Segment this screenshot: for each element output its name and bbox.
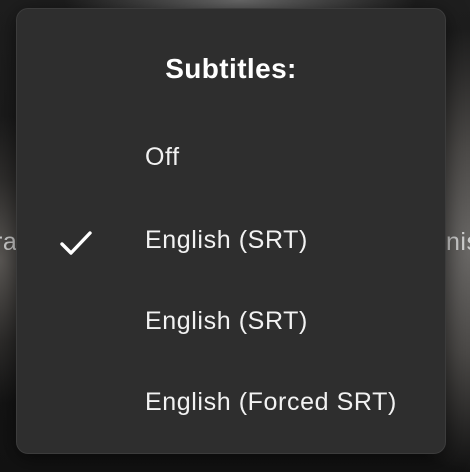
background-caption-left: ra [0, 228, 18, 256]
subtitle-option-english-srt[interactable]: English (SRT) [17, 212, 445, 272]
subtitle-option-label: English (SRT) [145, 307, 308, 335]
subtitle-option-english-srt-2[interactable]: English (SRT) [17, 293, 445, 353]
background-caption-right: nis [446, 228, 470, 256]
subtitle-option-english-forced-srt[interactable]: English (Forced SRT) [17, 374, 445, 434]
subtitle-option-off[interactable]: Off [17, 129, 445, 189]
subtitle-option-label: English (SRT) [145, 226, 308, 254]
subtitle-option-label: Off [145, 143, 180, 171]
checkmark-icon [60, 231, 92, 255]
subtitles-menu: Subtitles: Off English (SRT) English (SR… [16, 8, 446, 454]
menu-title: Subtitles: [165, 53, 297, 84]
subtitle-option-label: English (Forced SRT) [145, 388, 397, 416]
